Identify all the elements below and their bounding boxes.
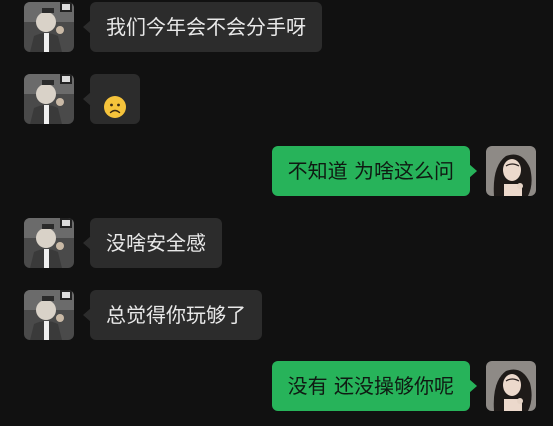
contact-avatar[interactable] xyxy=(24,218,74,268)
message-row: 没有 还没操够你呢 xyxy=(271,361,536,411)
message-bubble[interactable]: 我们今年会不会分手呀 xyxy=(83,2,322,52)
my-avatar[interactable] xyxy=(486,146,536,196)
chat-window: 我们今年会不会分手呀 不知道 为啥这么问 没啥安全感 总觉得你玩够了 没有 还没… xyxy=(0,0,553,426)
worried-face-icon xyxy=(103,87,127,118)
my-avatar[interactable] xyxy=(486,361,536,411)
contact-avatar[interactable] xyxy=(24,290,74,340)
message-bubble[interactable]: 没有 还没操够你呢 xyxy=(271,361,478,411)
message-row xyxy=(24,74,140,124)
contact-avatar[interactable] xyxy=(24,74,74,124)
message-row: 不知道 为啥这么问 xyxy=(271,146,536,196)
contact-avatar[interactable] xyxy=(24,2,74,52)
message-row: 总觉得你玩够了 xyxy=(24,290,262,340)
message-bubble[interactable]: 没啥安全感 xyxy=(83,218,222,268)
message-row: 我们今年会不会分手呀 xyxy=(24,2,322,52)
message-bubble[interactable]: 不知道 为啥这么问 xyxy=(271,146,478,196)
message-bubble[interactable]: 总觉得你玩够了 xyxy=(83,290,262,340)
message-bubble[interactable] xyxy=(83,74,140,124)
message-row: 没啥安全感 xyxy=(24,218,222,268)
